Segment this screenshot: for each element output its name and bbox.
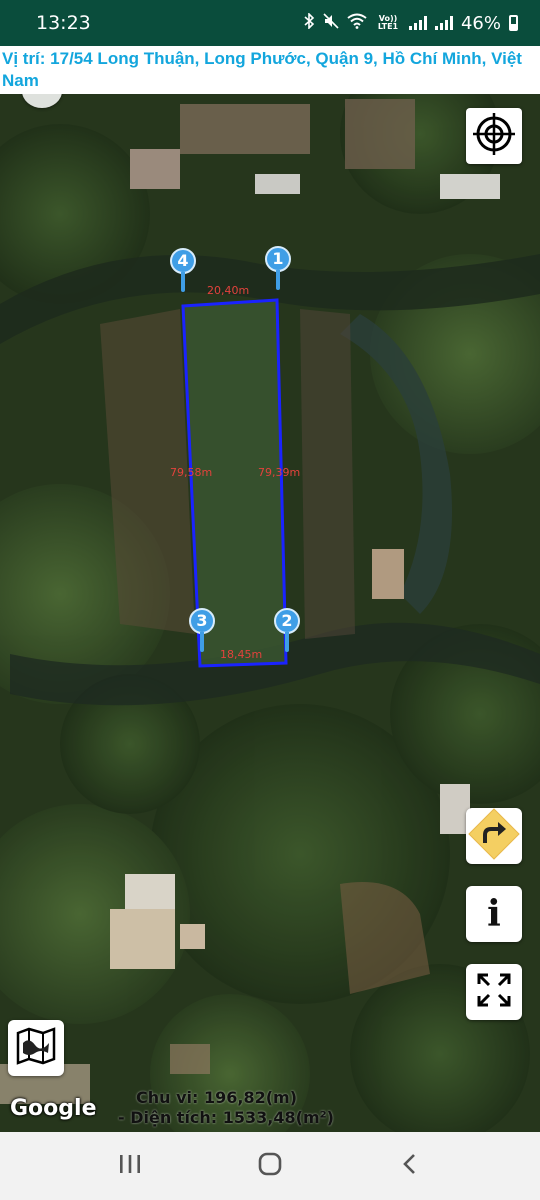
status-bar: 13:23 Vo)) LTE1 46% bbox=[0, 0, 540, 46]
edge-length-right: 79,39m bbox=[258, 466, 301, 479]
marker-label: 1 bbox=[265, 246, 291, 272]
marker-label: 3 bbox=[189, 608, 215, 634]
marker-label: 2 bbox=[274, 608, 300, 634]
edge-length-left: 79,58m bbox=[170, 466, 213, 479]
satellite-map[interactable]: 20,40m 79,58m 79,39m 18,45m 1 2 3 4 i Go… bbox=[0, 94, 540, 1132]
recents-icon bbox=[118, 1153, 142, 1180]
edge-length-bottom: 18,45m bbox=[220, 648, 263, 661]
vertex-marker-4[interactable]: 4 bbox=[170, 248, 196, 292]
directions-button[interactable] bbox=[466, 807, 522, 866]
signal-icon-2 bbox=[434, 16, 453, 30]
back-button[interactable] bbox=[380, 1136, 440, 1196]
turn-right-sign-icon bbox=[467, 807, 521, 866]
screen: 13:23 Vo)) LTE1 46% Vị trí: 17/54 Long T… bbox=[0, 0, 540, 1200]
address-header: Vị trí: 17/54 Long Thuận, Long Phước, Qu… bbox=[0, 46, 540, 94]
back-icon bbox=[400, 1152, 420, 1181]
vertex-marker-3[interactable]: 3 bbox=[189, 608, 215, 652]
marker-stem bbox=[285, 632, 289, 652]
info-icon: i bbox=[487, 893, 501, 935]
map-type-button[interactable] bbox=[8, 1020, 64, 1076]
perimeter-text: Chu vi: 196,82(m) bbox=[136, 1088, 298, 1107]
recents-button[interactable] bbox=[100, 1136, 160, 1196]
locate-button[interactable] bbox=[466, 108, 522, 164]
system-nav-bar bbox=[0, 1132, 540, 1200]
google-logo: Google bbox=[10, 1096, 97, 1121]
marker-label: 4 bbox=[170, 248, 196, 274]
folded-map-icon bbox=[15, 1025, 57, 1072]
wifi-icon bbox=[347, 13, 367, 33]
bluetooth-icon bbox=[303, 12, 315, 33]
marker-stem bbox=[276, 270, 280, 290]
battery-icon bbox=[509, 15, 518, 31]
home-icon bbox=[257, 1151, 283, 1182]
status-icons: Vo)) LTE1 46% bbox=[303, 12, 518, 34]
battery-percent: 46% bbox=[460, 12, 501, 34]
address-text: Vị trí: 17/54 Long Thuận, Long Phước, Qu… bbox=[2, 49, 522, 90]
vertex-marker-2[interactable]: 2 bbox=[274, 608, 300, 652]
status-time: 13:23 bbox=[36, 12, 91, 34]
expand-arrows-icon bbox=[475, 971, 513, 1014]
fullscreen-button[interactable] bbox=[466, 964, 522, 1020]
info-button[interactable]: i bbox=[466, 886, 522, 942]
marker-stem bbox=[200, 632, 204, 652]
mute-icon bbox=[323, 13, 339, 33]
home-button[interactable] bbox=[240, 1136, 300, 1196]
volte-indicator: Vo)) LTE1 bbox=[377, 14, 399, 31]
area-text: - Diện tích: 1533,48(m²) bbox=[118, 1108, 334, 1127]
crosshair-target-icon bbox=[471, 111, 517, 162]
signal-icon bbox=[408, 16, 427, 30]
edge-length-top: 20,40m bbox=[207, 284, 250, 297]
marker-stem bbox=[181, 272, 185, 292]
measurement-info: Chu vi: 196,82(m) - Diện tích: 1533,48(m… bbox=[118, 1088, 378, 1128]
vertex-marker-1[interactable]: 1 bbox=[265, 246, 291, 290]
